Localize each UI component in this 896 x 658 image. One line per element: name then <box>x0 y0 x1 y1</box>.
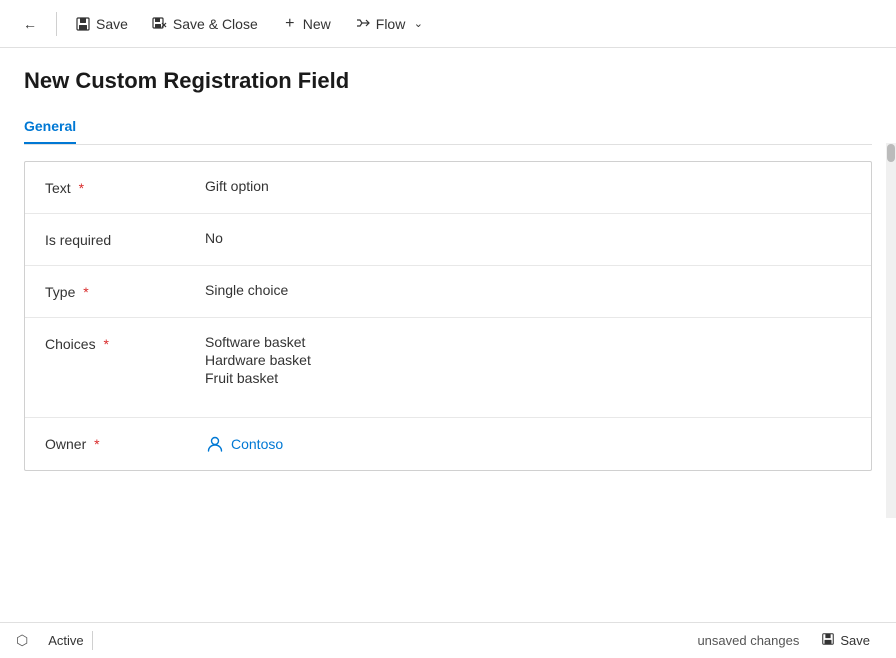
status-save-button[interactable]: Save <box>811 628 880 653</box>
field-label-choices: Choices * <box>45 334 205 352</box>
status-left: ⬡ Active <box>16 631 93 650</box>
flow-icon <box>355 16 371 32</box>
field-value-type: Single choice <box>205 282 851 298</box>
toolbar-divider-1 <box>56 12 57 36</box>
back-icon: ← <box>22 16 38 32</box>
field-label-type: Type * <box>45 282 205 300</box>
field-value-choices: Software basket Hardware basket Fruit ba… <box>205 334 851 386</box>
choice-item-1: Software basket <box>205 334 851 350</box>
field-row-text: Text * Gift option <box>25 162 871 214</box>
choice-item-3: Fruit basket <box>205 370 851 386</box>
expand-icon[interactable]: ⬡ <box>16 632 28 649</box>
save-close-icon <box>152 16 168 32</box>
required-indicator-type: * <box>83 284 88 300</box>
field-row-choices: Choices * Software basket Hardware baske… <box>25 318 871 418</box>
field-value-owner[interactable]: Contoso <box>205 434 851 454</box>
flow-chevron-icon: ⌄ <box>410 16 426 32</box>
field-value-is-required: No <box>205 230 851 246</box>
save-icon <box>75 16 91 32</box>
scrollbar-track[interactable] <box>886 143 896 518</box>
field-row-type: Type * Single choice <box>25 266 871 318</box>
form-container: Text * Gift option Is required No Type *… <box>24 145 872 622</box>
required-indicator-owner: * <box>94 436 99 452</box>
owner-name: Contoso <box>231 436 283 452</box>
main-content: New Custom Registration Field General Te… <box>0 48 896 622</box>
field-row-owner: Owner * Contoso <box>25 418 871 470</box>
scrollbar-thumb[interactable] <box>887 144 895 162</box>
back-button[interactable]: ← <box>12 10 48 38</box>
new-label: New <box>303 16 331 32</box>
choice-item-2: Hardware basket <box>205 352 851 368</box>
tabs-container: General <box>24 110 872 145</box>
required-indicator-choices: * <box>103 336 108 352</box>
owner-icon <box>205 434 225 454</box>
status-active-label: Active <box>40 631 92 650</box>
new-icon: + <box>282 16 298 32</box>
status-bar: ⬡ Active unsaved changes Save <box>0 622 896 658</box>
choices-list: Software basket Hardware basket Fruit ba… <box>205 334 851 386</box>
status-save-icon <box>821 632 835 649</box>
field-label-owner: Owner * <box>45 434 205 452</box>
toolbar: ← Save Save & Close + New <box>0 0 896 48</box>
flow-label: Flow <box>376 16 406 32</box>
unsaved-changes-label: unsaved changes <box>697 633 799 648</box>
new-button[interactable]: + New <box>272 10 341 38</box>
tab-general[interactable]: General <box>24 110 76 144</box>
flow-button[interactable]: Flow ⌄ <box>345 10 437 38</box>
form-section-general: Text * Gift option Is required No Type *… <box>24 161 872 471</box>
status-right: unsaved changes Save <box>697 628 880 653</box>
page-title: New Custom Registration Field <box>24 68 872 94</box>
field-value-text: Gift option <box>205 178 851 194</box>
save-button[interactable]: Save <box>65 10 138 38</box>
save-close-label: Save & Close <box>173 16 258 32</box>
save-label: Save <box>96 16 128 32</box>
field-label-text: Text * <box>45 178 205 196</box>
required-indicator-text: * <box>79 180 84 196</box>
save-close-button[interactable]: Save & Close <box>142 10 268 38</box>
field-label-is-required: Is required <box>45 230 205 248</box>
field-row-is-required: Is required No <box>25 214 871 266</box>
status-save-label: Save <box>840 633 870 648</box>
